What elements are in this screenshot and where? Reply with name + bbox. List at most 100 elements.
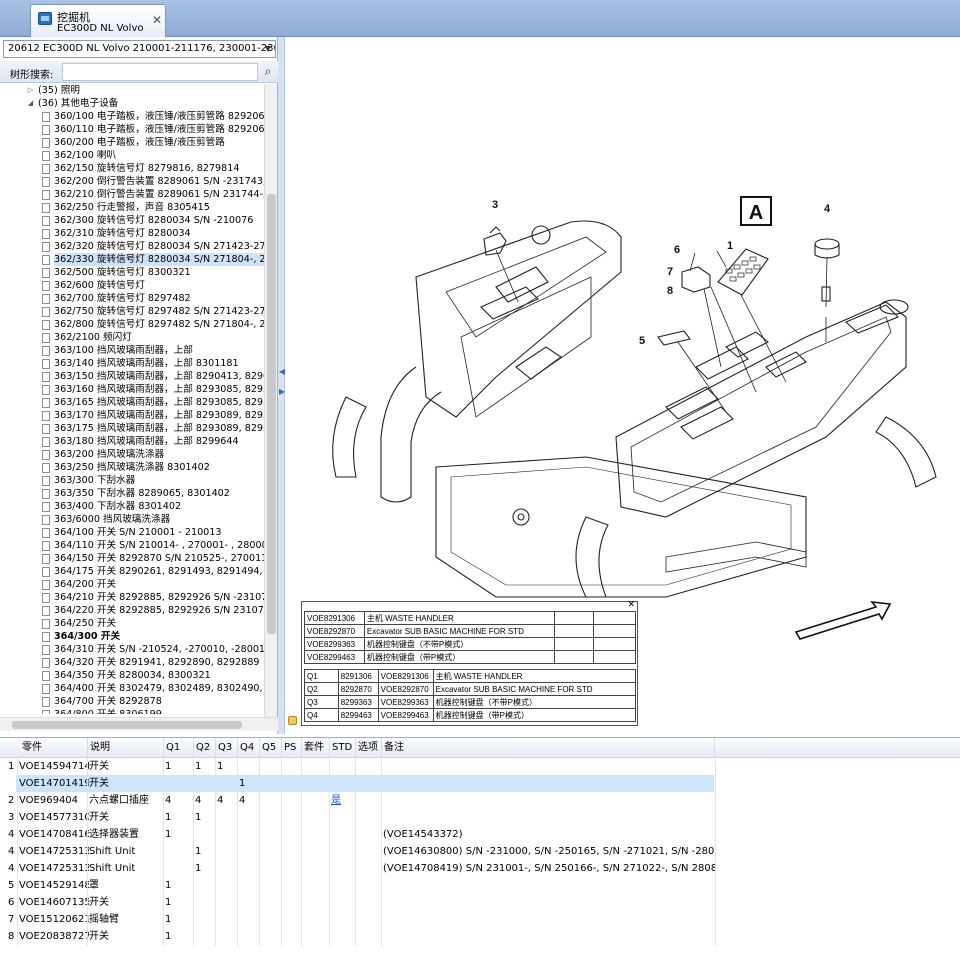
tree-item[interactable]: 364/300 开关 (0, 630, 264, 643)
tree-item[interactable]: 360/110 电子踏板，液压锤/液压剪管路 829206 (0, 123, 264, 136)
model-select[interactable]: 20612 EC300D NL Volvo 210001-211176, 230… (3, 40, 276, 58)
tree-search-input[interactable] (62, 63, 258, 81)
scrollbar-thumb[interactable] (12, 721, 242, 729)
parts-row[interactable]: 5 VOE14529148 罩 1 (0, 877, 960, 894)
tree-item[interactable]: 362/320 旋转信号灯 8280034 S/N 271423-27 (0, 240, 264, 253)
tree-item[interactable]: ▷ (35) 照明 (0, 84, 264, 97)
column-header[interactable]: 套件 (302, 738, 330, 758)
tree-item[interactable]: 363/250 挡风玻璃洗涤器 8301402 (0, 461, 264, 474)
tree-item[interactable]: 362/330 旋转信号灯 8280034 S/N 271804-, 2 (0, 253, 264, 266)
tree-item[interactable]: 364/400 开关 8302479, 8302489, 8302490, 8: (0, 682, 264, 695)
parts-row[interactable]: 7 VOE15120621 摇轴臂 1 (0, 911, 960, 928)
binoculars-search-icon[interactable]: ⌕ (260, 63, 276, 80)
column-header[interactable]: Q2 (194, 738, 216, 758)
tree-item[interactable]: 362/2100 频闪灯 (0, 331, 264, 344)
tree-item[interactable]: 363/160 挡风玻璃雨刮器，上部 8293085, 8293 (0, 383, 264, 396)
parts-row[interactable]: VOE14701419 开关 1 (0, 775, 960, 792)
variant-row: VOE8291306 主机 WASTE HANDLER (304, 611, 636, 625)
tree-item[interactable]: 363/175 挡风玻璃雨刮器，上部 8293089, 8293 (0, 422, 264, 435)
tree-item[interactable]: 364/350 开关 8280034, 8300321 (0, 669, 264, 682)
tree-collapse-icon[interactable]: ◢ (26, 97, 35, 110)
column-header[interactable]: 说明 (88, 738, 164, 758)
document-icon (42, 528, 50, 538)
parts-row[interactable]: 8 VOE20838727 开关 1 (0, 928, 960, 945)
close-tab-icon[interactable]: ✕ (152, 13, 162, 27)
tree-item[interactable]: 362/500 旋转信号灯 8300321 (0, 266, 264, 279)
tree-item[interactable]: 362/700 旋转信号灯 8297482 (0, 292, 264, 305)
tree-horizontal-scrollbar[interactable] (0, 717, 278, 731)
tree-item[interactable]: 363/100 挡风玻璃雨刮器，上部 (0, 344, 264, 357)
tree-item[interactable]: 362/100 喇叭 (0, 149, 264, 162)
tree-vertical-scrollbar[interactable] (264, 84, 277, 717)
tab-subtitle: EC300D NL Volvo (57, 23, 144, 34)
std-link[interactable]: 是 (331, 792, 357, 809)
tree-item[interactable]: 362/200 倒行警告装置 8289061 S/N -231743, (0, 175, 264, 188)
parts-row[interactable]: 6 VOE14607135 开关 1 (0, 894, 960, 911)
tree-item[interactable]: 362/600 旋转信号灯 (0, 279, 264, 292)
tree-item[interactable]: 363/350 下刮水器 8289065, 8301402 (0, 487, 264, 500)
tree-item[interactable]: 363/300 下刮水器 (0, 474, 264, 487)
column-header[interactable]: Q1 (164, 738, 194, 758)
collapse-left-arrow-icon[interactable]: ◀ (279, 367, 285, 376)
tree-item[interactable]: 360/100 电子踏板，液压锤/液压剪管路 829206 (0, 110, 264, 123)
tree-item[interactable]: 364/200 开关 (0, 578, 264, 591)
column-header[interactable]: Q5 (260, 738, 282, 758)
tree-item[interactable]: 363/200 挡风玻璃洗涤器 (0, 448, 264, 461)
tree-item[interactable]: 364/220 开关 8292885, 8292926 S/N 231075 (0, 604, 264, 617)
tree-item[interactable]: 364/310 开关 S/N -210524, -270010, -28001( (0, 643, 264, 656)
grid-cell-part: VOE14725313 (19, 863, 89, 874)
tree-item[interactable]: 362/300 旋转信号灯 8280034 S/N -210076 (0, 214, 264, 227)
tree-item[interactable]: 364/800 开关 8306199 (0, 708, 264, 714)
expand-right-arrow-icon[interactable]: ▶ (279, 387, 285, 396)
machine-variant-info-box: ✕ VOE8291306 主机 WASTE HANDLER VOE8292870 Ex… (301, 600, 638, 726)
column-header[interactable]: PS (282, 738, 302, 758)
tree-item-label: 362/500 旋转信号灯 8300321 (54, 267, 191, 278)
document-icon (42, 138, 50, 148)
tree-item[interactable]: 364/210 开关 8292885, 8292926 S/N -23107 (0, 591, 264, 604)
column-header[interactable]: 备注 (382, 738, 715, 758)
tree-item[interactable]: 363/6000 挡风玻璃洗涤器 (0, 513, 264, 526)
variant-row: VOE8299463 机器控制键盘（带P模式） (304, 650, 636, 664)
tree-item[interactable]: 363/165 挡风玻璃雨刮器，上部 8293085, 8293 (0, 396, 264, 409)
scrollbar-thumb[interactable] (267, 194, 276, 634)
tree-item[interactable]: 363/170 挡风玻璃雨刮器，上部 8293089, 8293 (0, 409, 264, 422)
tree-item[interactable]: 363/180 挡风玻璃雨刮器，上部 8299644 (0, 435, 264, 448)
tree-item[interactable]: 362/150 旋转信号灯 8279816, 8279814 (0, 162, 264, 175)
parts-row[interactable]: 2 VOE969404 六点螺口插座 4 4 4 4 是 (0, 792, 960, 809)
tree-item[interactable]: 364/100 开关 S/N 210001 - 210013 (0, 526, 264, 539)
document-tab[interactable]: 挖掘机 EC300D NL Volvo ✕ (30, 4, 166, 37)
column-header[interactable]: Q4 (238, 738, 260, 758)
tree-item[interactable]: 362/310 旋转信号灯 8280034 (0, 227, 264, 240)
tree-item[interactable]: 362/800 旋转信号灯 8297482 S/N 271804-, 2 (0, 318, 264, 331)
tree-item[interactable]: ◢ (36) 其他电子设备 (0, 97, 264, 110)
parts-row[interactable]: 1 VOE14594714 开关 1 1 1 (0, 758, 960, 775)
tree-item[interactable]: 362/250 行走警报，声音 8305415 (0, 201, 264, 214)
tree-item[interactable]: 362/210 倒行警告装置 8289061 S/N 231744-, (0, 188, 264, 201)
grid-cell-part: VOE14594714 (19, 761, 89, 772)
tree-item[interactable]: 364/110 开关 S/N 210014- , 270001- , 28000 (0, 539, 264, 552)
column-header[interactable]: 零件 (18, 738, 88, 758)
document-icon (42, 281, 50, 291)
chevron-down-icon[interactable]: ▼ (261, 41, 275, 57)
column-header[interactable]: STD (330, 738, 356, 758)
parts-row[interactable]: 4 VOE14708416 选择器装置 1 (VOE14543372) (0, 826, 960, 843)
column-header[interactable]: Q3 (216, 738, 238, 758)
tree-item[interactable]: 360/200 电子踏板，液压锤/液压剪管路 (0, 136, 264, 149)
tree-item[interactable]: 364/250 开关 (0, 617, 264, 630)
tree-item[interactable]: 362/750 旋转信号灯 8297482 S/N 271423-27 (0, 305, 264, 318)
tree-item[interactable]: 363/140 挡风玻璃雨刮器，上部 8301181 (0, 357, 264, 370)
tree-expand-icon[interactable]: ▷ (26, 84, 35, 97)
parts-row[interactable]: 4 VOE14725313 Shift Unit 1 (VOE14708419) S/N… (0, 860, 960, 877)
tree-item[interactable]: 364/700 开关 8292878 (0, 695, 264, 708)
tree-item[interactable]: 363/150 挡风玻璃雨刮器，上部 8290413, 8290 (0, 370, 264, 383)
tree-item[interactable]: 363/400 下刮水器 8301402 (0, 500, 264, 513)
tree-item[interactable]: 364/320 开关 8291941, 8292890, 8292889 (0, 656, 264, 669)
parts-row[interactable]: 4 VOE14725313 Shift Unit 1 (VOE14630800) S/N… (0, 843, 960, 860)
close-icon[interactable]: ✕ (627, 600, 635, 610)
tree-item[interactable]: 364/150 开关 8292870 S/N 210525-, 270011- (0, 552, 264, 565)
tree-item[interactable]: 364/175 开关 8290261, 8291493, 8291494, 82 (0, 565, 264, 578)
parts-row[interactable]: 3 VOE14577310 开关 1 1 (0, 809, 960, 826)
pane-splitter[interactable]: ◀ ▶ (278, 37, 285, 734)
column-header[interactable]: 选项 (356, 738, 382, 758)
note-marker-icon[interactable] (288, 716, 297, 725)
